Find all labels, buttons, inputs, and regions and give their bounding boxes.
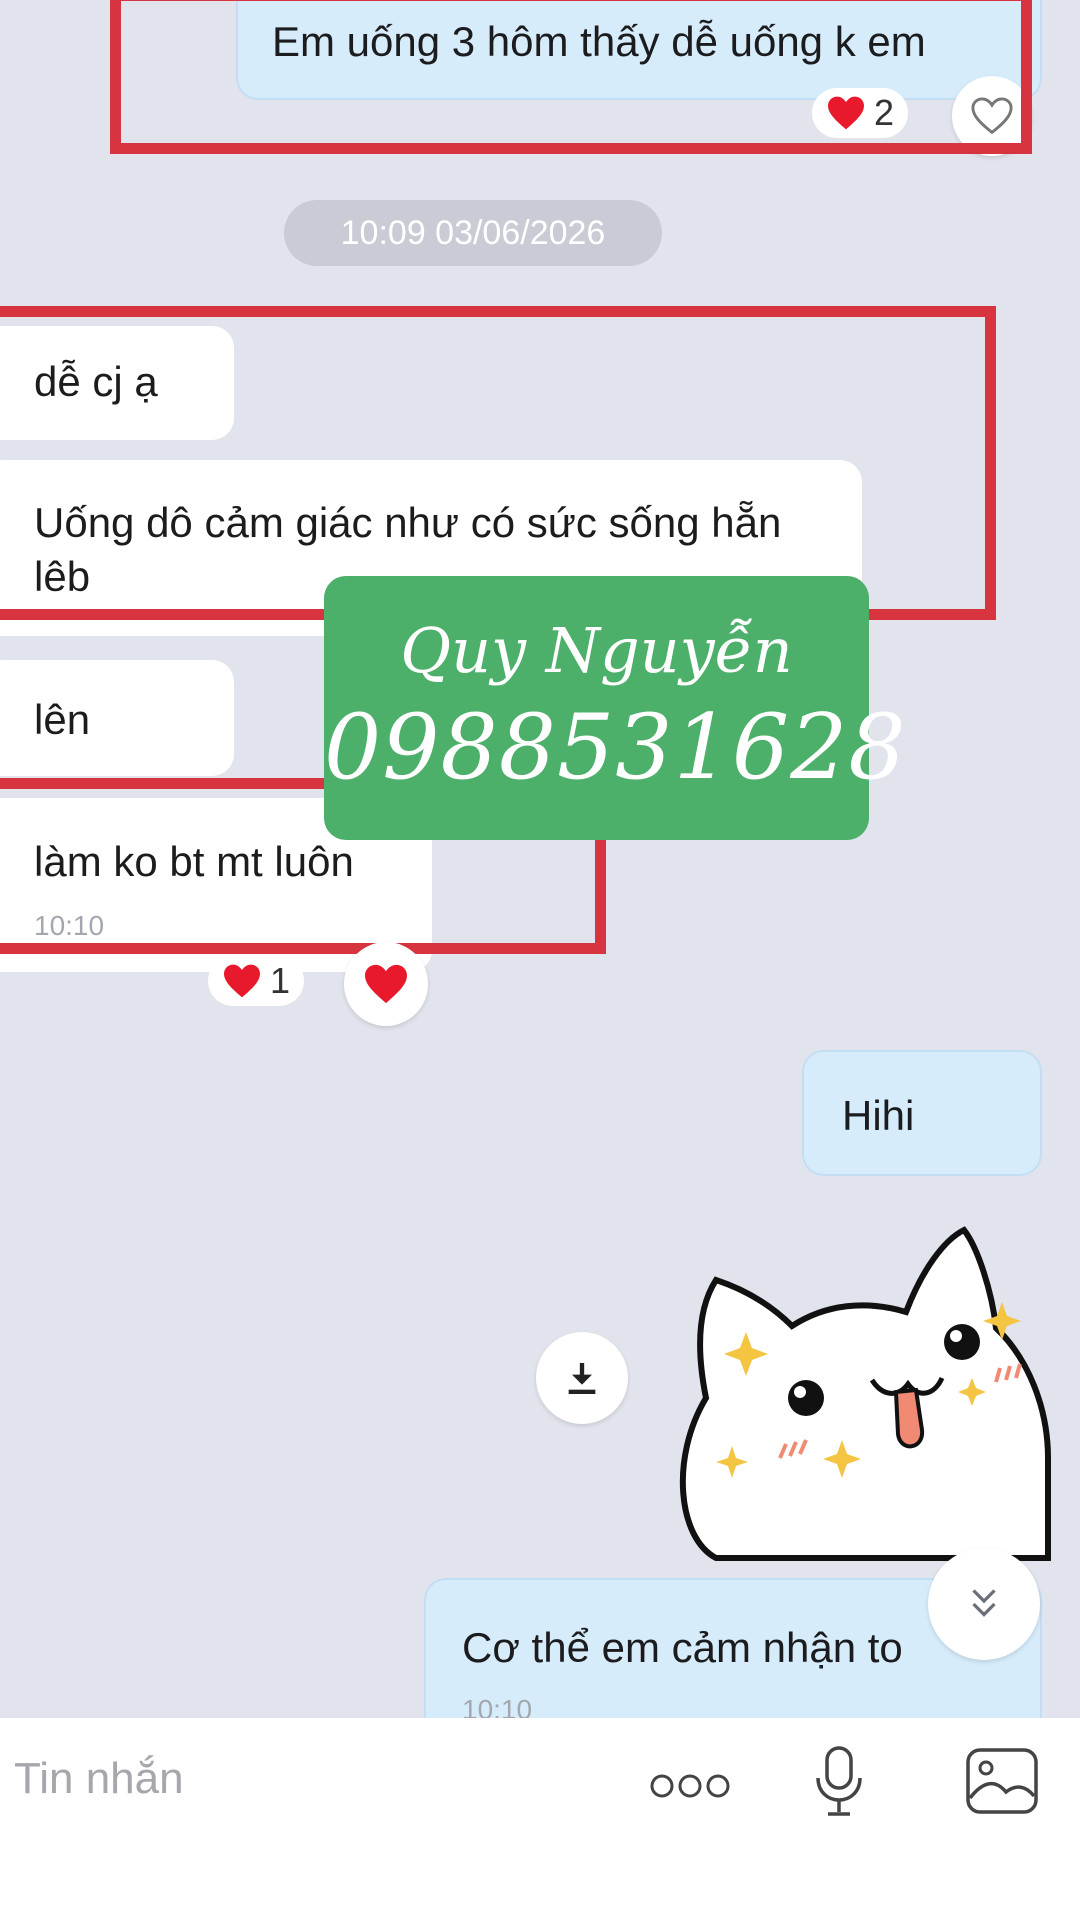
message-input[interactable]: Tin nhắn: [14, 1754, 184, 1804]
double-chevron-down-icon: [972, 1589, 996, 1617]
message-text: Hihi: [842, 1092, 915, 1139]
react-heart-button[interactable]: [344, 942, 428, 1026]
watermark: Quy Nguyễn 0988531628: [324, 576, 907, 840]
heart-icon: [365, 964, 407, 1004]
outgoing-message[interactable]: Hihi: [802, 1050, 1042, 1176]
gallery-button[interactable]: [964, 1746, 1040, 1816]
download-button[interactable]: [536, 1332, 628, 1424]
reaction-count: 1: [270, 960, 291, 1001]
heart-icon: [224, 964, 260, 998]
watermark-phone: 0988531628: [324, 695, 907, 800]
more-dots-icon: [650, 1774, 730, 1798]
incoming-message[interactable]: lên: [0, 660, 234, 776]
download-icon: [568, 1363, 596, 1394]
highlight-box: [0, 306, 996, 620]
cat-sticker[interactable]: [676, 1208, 1052, 1566]
message-text: lên: [34, 696, 91, 743]
message-text: Cơ thể em cảm nhận to: [462, 1624, 903, 1671]
watermark-name: Quy Nguyễn: [400, 614, 793, 687]
more-button[interactable]: [648, 1764, 732, 1808]
reaction-count-badge[interactable]: 1: [208, 956, 305, 1006]
date-separator: 10:09 03/06/2026: [284, 200, 662, 266]
highlight-box: [110, 0, 1032, 154]
voice-button[interactable]: [812, 1744, 866, 1818]
scroll-to-bottom-button[interactable]: [928, 1548, 1040, 1660]
message-composer: Tin nhắn: [0, 1718, 1080, 1920]
image-icon: [966, 1748, 1038, 1814]
microphone-icon: [816, 1746, 862, 1816]
